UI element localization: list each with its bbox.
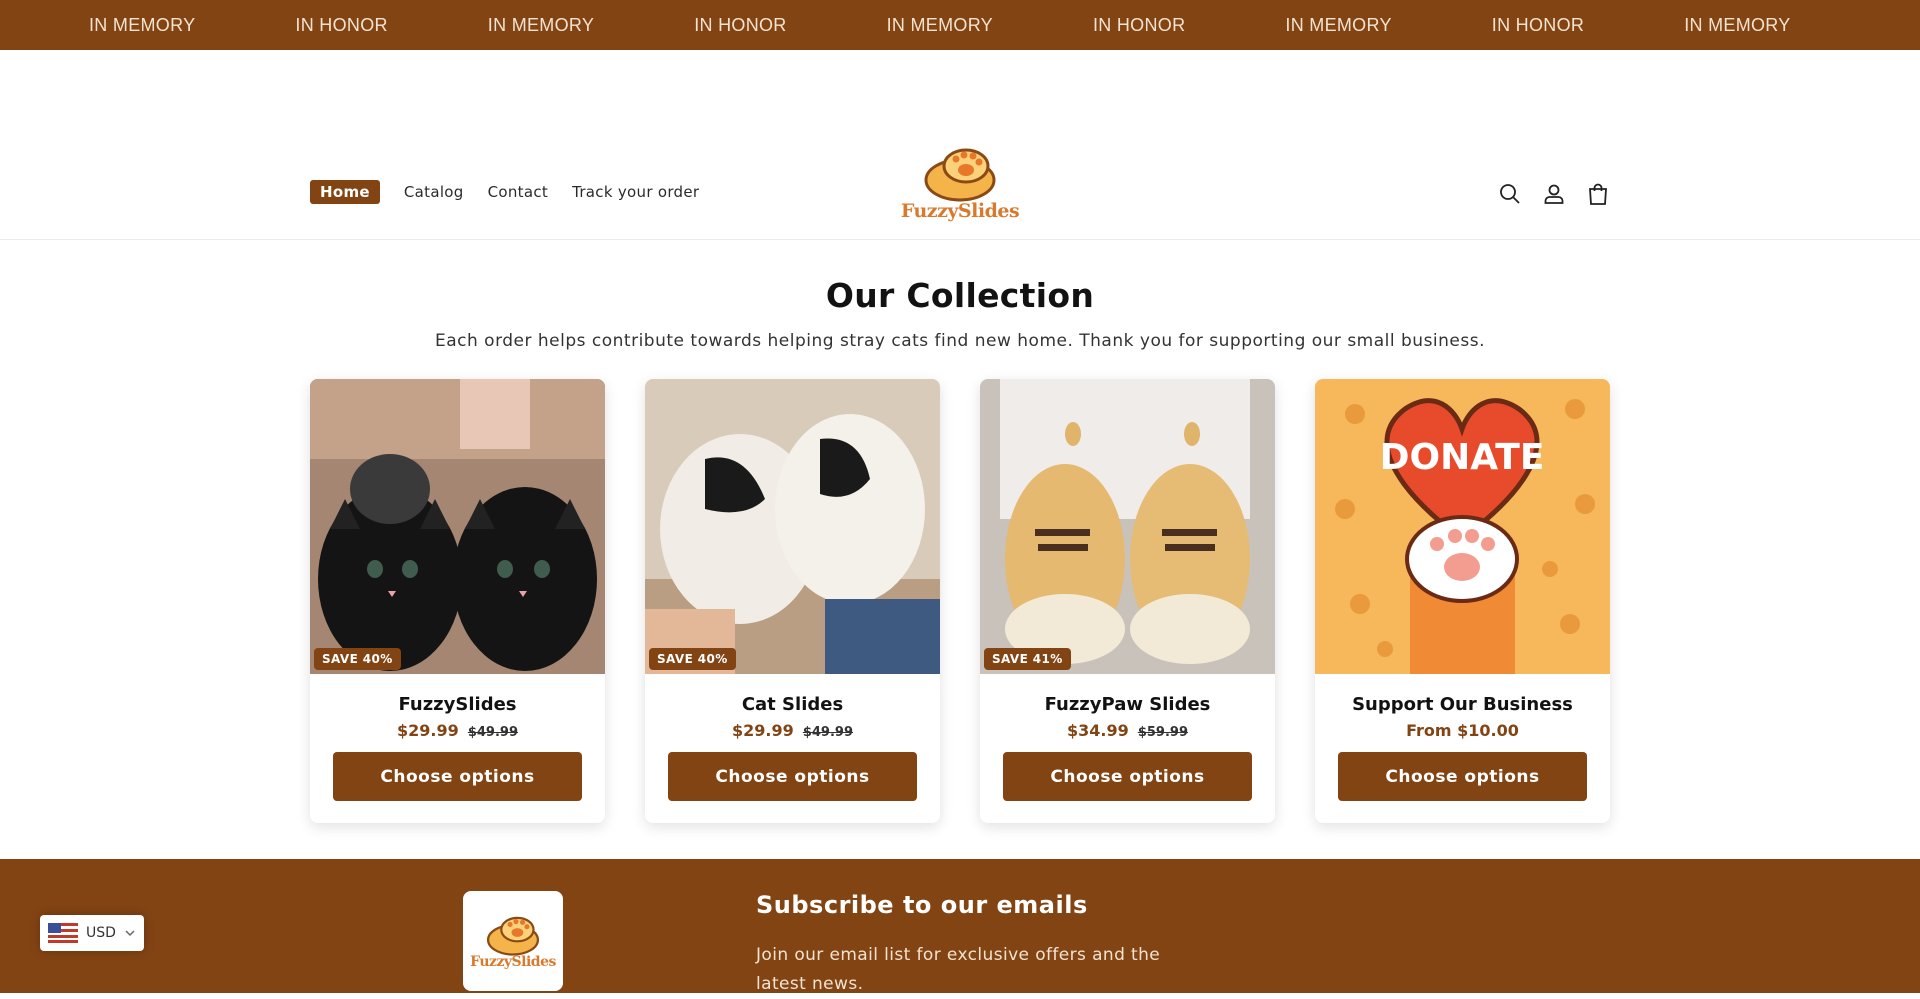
product-image[interactable]: DONATE	[1315, 379, 1610, 674]
sale-badge: SAVE 40%	[314, 648, 401, 670]
site-logo[interactable]: FuzzySlides	[895, 142, 1025, 234]
product-title[interactable]: Cat Slides	[645, 694, 940, 715]
product-card[interactable]: DONATE Support Our Business From $10.00 …	[1315, 379, 1610, 823]
slipper-logo-icon	[486, 916, 540, 956]
price-row: $29.99 $49.99	[645, 721, 940, 740]
currency-selector[interactable]: USD	[40, 915, 144, 951]
compare-price: $59.99	[1137, 725, 1188, 740]
sale-price: $29.99	[396, 721, 459, 740]
chevron-down-icon	[125, 930, 135, 937]
donate-image-text: DONATE	[1380, 437, 1545, 478]
sale-price: $34.99	[1066, 721, 1129, 740]
logo-text: FuzzySlides	[900, 200, 1020, 222]
nav-track-order[interactable]: Track your order	[572, 183, 699, 201]
subscribe-title: Subscribe to our emails	[756, 891, 1088, 919]
cart-icon[interactable]	[1586, 182, 1610, 206]
site-header: Home Catalog Contact Track your order Fu…	[0, 50, 1920, 240]
product-image[interactable]: SAVE 41%	[980, 379, 1275, 674]
sale-price: $29.99	[731, 721, 794, 740]
ticker-item: IN MEMORY	[89, 14, 196, 35]
product-card[interactable]: SAVE 41% FuzzyPaw Slides $34.99 $59.99 C…	[980, 379, 1275, 823]
price-row: $29.99 $49.99	[310, 721, 605, 740]
from-price: From $10.00	[1406, 721, 1519, 740]
product-card[interactable]: SAVE 40% Cat Slides $29.99 $49.99 Choose…	[645, 379, 940, 823]
ticker-item: IN HONOR	[1491, 14, 1585, 35]
ticker-item: IN MEMORY	[886, 14, 993, 35]
subscribe-text: Join our email list for exclusive offers…	[756, 945, 1161, 994]
nav-contact[interactable]: Contact	[488, 183, 548, 201]
product-title[interactable]: Support Our Business	[1315, 694, 1610, 715]
product-grid: SAVE 40% FuzzySlides $29.99 $49.99 Choos…	[310, 379, 1610, 823]
main-nav: Home Catalog Contact Track your order	[310, 180, 699, 204]
collection-subtitle: Each order helps contribute towards help…	[434, 331, 1486, 351]
search-icon[interactable]	[1498, 182, 1522, 206]
choose-options-button[interactable]: Choose options	[1338, 752, 1587, 801]
announcement-ticker: IN MEMORY IN HONOR IN MEMORY IN HONOR IN…	[0, 0, 1920, 50]
product-image[interactable]: SAVE 40%	[310, 379, 605, 674]
nav-catalog[interactable]: Catalog	[404, 183, 464, 201]
footer-logo-text: FuzzySlides	[470, 954, 556, 970]
product-title[interactable]: FuzzySlides	[310, 694, 605, 715]
ticker-item: IN HONOR	[694, 14, 787, 35]
price-row: $34.99 $59.99	[980, 721, 1275, 740]
ticker-item: IN HONOR	[295, 14, 388, 35]
choose-options-button[interactable]: Choose options	[668, 752, 917, 801]
choose-options-button[interactable]: Choose options	[1003, 752, 1252, 801]
price-row: From $10.00	[1315, 721, 1610, 740]
account-icon[interactable]	[1542, 182, 1566, 206]
currency-code: USD	[86, 925, 116, 941]
compare-price: $49.99	[467, 725, 518, 740]
product-card[interactable]: SAVE 40% FuzzySlides $29.99 $49.99 Choos…	[310, 379, 605, 823]
slipper-logo-icon	[924, 148, 996, 202]
sale-badge: SAVE 41%	[984, 648, 1071, 670]
collection-title: Our Collection	[825, 276, 1095, 315]
ticker-item: IN MEMORY	[1285, 14, 1392, 35]
choose-options-button[interactable]: Choose options	[333, 752, 582, 801]
header-icons	[1498, 182, 1610, 206]
ticker-item: IN MEMORY	[487, 14, 595, 35]
product-image[interactable]: SAVE 40%	[645, 379, 940, 674]
footer: FuzzySlides Subscribe to our emails Join…	[0, 859, 1920, 994]
ticker-item: IN MEMORY	[1684, 14, 1791, 35]
us-flag-icon	[48, 923, 78, 943]
footer-logo[interactable]: FuzzySlides	[463, 891, 563, 991]
compare-price: $49.99	[802, 725, 853, 740]
sale-badge: SAVE 40%	[649, 648, 736, 670]
product-title[interactable]: FuzzyPaw Slides	[980, 694, 1275, 715]
ticker-item: IN HONOR	[1092, 14, 1186, 35]
nav-home[interactable]: Home	[310, 180, 380, 204]
